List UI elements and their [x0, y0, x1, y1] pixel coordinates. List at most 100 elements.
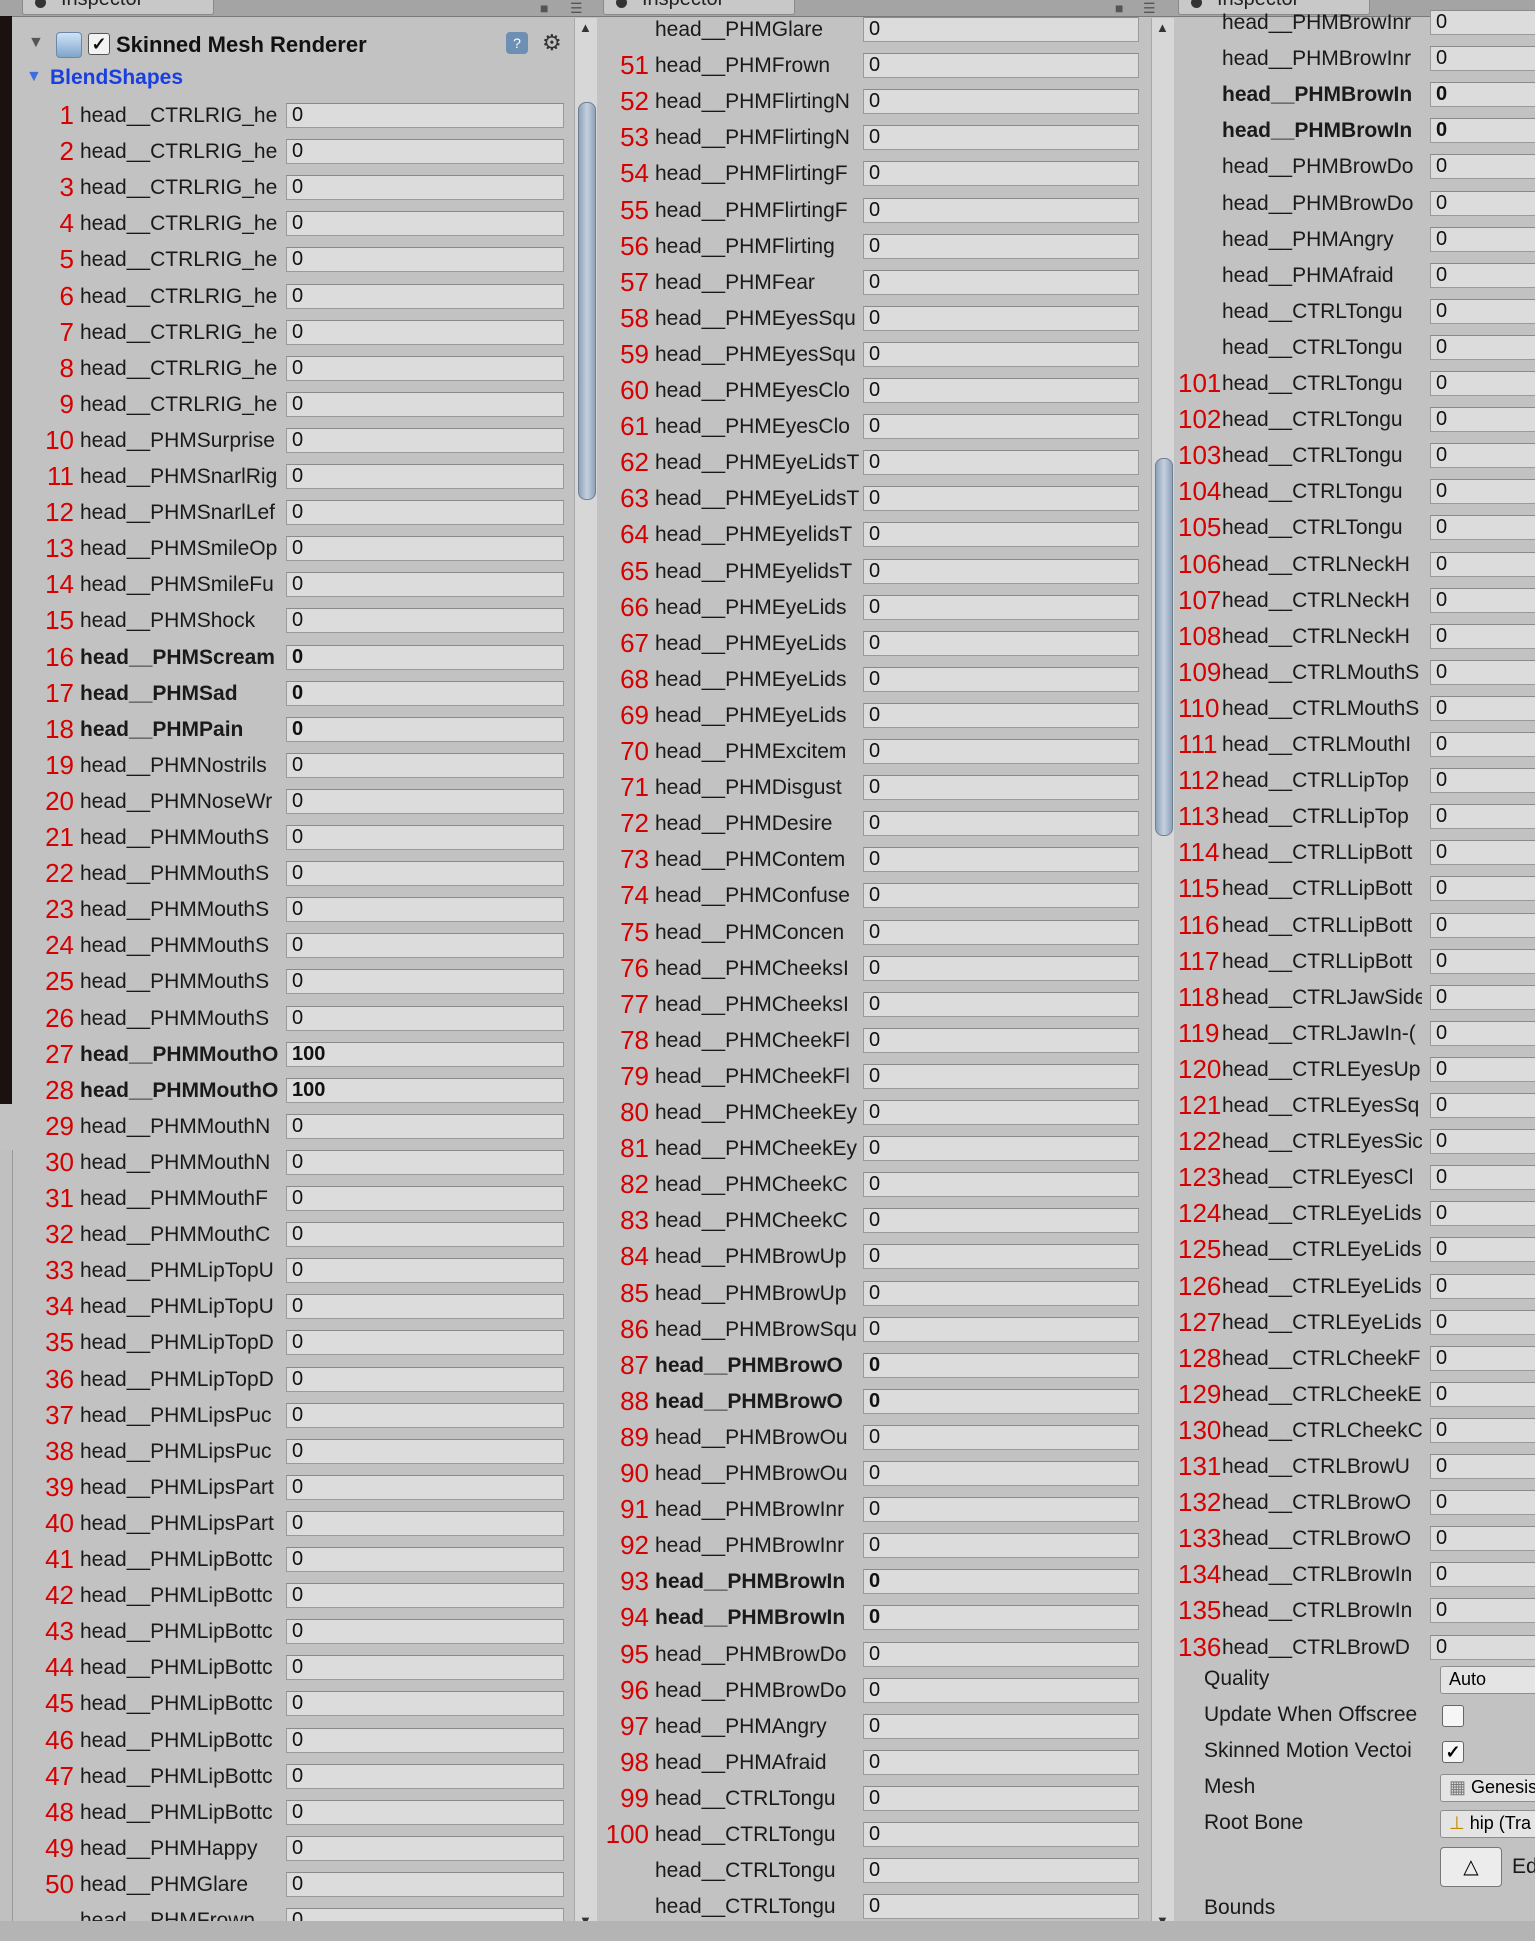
blendshape-label[interactable]: head__CTRLMouthS	[1222, 697, 1422, 721]
blendshape-weight-field[interactable]: 0	[286, 247, 564, 273]
blendshape-label[interactable]: head__PHMBrowInr	[1222, 11, 1422, 35]
blendshape-label[interactable]: head__PHMSmileFu	[80, 573, 286, 597]
blendshape-weight-field[interactable]: 0	[1430, 262, 1535, 288]
blendshape-label[interactable]: head__PHMAngry	[655, 1715, 863, 1739]
blendshape-weight-field[interactable]: 0	[286, 1799, 564, 1825]
blendshape-weight-field[interactable]: 0	[1430, 10, 1535, 35]
blendshape-label[interactable]: head__CTRLCheekF	[1222, 1347, 1422, 1371]
blendshape-label[interactable]: head__PHMLipBottc	[80, 1765, 286, 1789]
blendshape-label[interactable]: head__CTRLBrowIn	[1222, 1599, 1422, 1623]
blendshape-weight-field[interactable]: 0	[1430, 226, 1535, 252]
blendshape-label[interactable]: head__CTRLRIG_he	[80, 248, 286, 272]
blendshape-weight-field[interactable]: 0	[863, 1136, 1139, 1162]
blendshape-label[interactable]: head__PHMShock	[80, 609, 286, 633]
blendshape-weight-field[interactable]: 0	[1430, 298, 1535, 324]
edit-bounds-button[interactable]: △	[1440, 1847, 1502, 1887]
blendshape-weight-field[interactable]: 0	[286, 608, 564, 634]
blendshape-weight-field[interactable]: 0	[863, 919, 1139, 945]
blendshape-label[interactable]: head__CTRLTongu	[655, 1859, 863, 1883]
blendshape-label[interactable]: head__PHMEyesSqu	[655, 307, 863, 331]
blendshape-label[interactable]: head__PHMFlirtingF	[655, 162, 863, 186]
blendshape-label[interactable]: head__PHMCheekC	[655, 1209, 863, 1233]
blendshape-label[interactable]: head__PHMBrowInr	[1222, 47, 1422, 71]
blendshape-weight-field[interactable]: 0	[1430, 551, 1535, 577]
blendshape-weight-field[interactable]: 0	[1430, 1093, 1535, 1118]
blendshape-label[interactable]: head__CTRLTongu	[1222, 300, 1422, 324]
blendshape-weight-field[interactable]: 0	[863, 1785, 1139, 1811]
blendshape-weight-field[interactable]: 0	[863, 666, 1139, 692]
blendshape-label[interactable]: head__CTRLNeckH	[1222, 625, 1422, 649]
blendshape-weight-field[interactable]: 0	[863, 1461, 1139, 1486]
blendshape-weight-field[interactable]: 0	[863, 1749, 1139, 1775]
blendshape-label[interactable]: head__PHMCheeksI	[655, 957, 863, 981]
blendshape-weight-field[interactable]: 0	[286, 319, 564, 345]
blendshape-label[interactable]: head__PHMEyeLids	[655, 596, 863, 620]
blendshape-label[interactable]: head__PHMBrowDo	[655, 1643, 863, 1667]
blendshape-weight-field[interactable]: 0	[863, 1894, 1139, 1920]
blendshape-weight-field[interactable]: 0	[1430, 334, 1535, 360]
blendshape-weight-field[interactable]: 0	[1430, 912, 1535, 938]
blendshape-label[interactable]: head__PHMMouthS	[80, 934, 286, 958]
blendshape-label[interactable]: head__PHMSad	[80, 682, 286, 706]
blendshape-label[interactable]: head__PHMFear	[655, 271, 863, 295]
blendshape-weight-field[interactable]: 0	[863, 1713, 1139, 1739]
blendshape-label[interactable]: head__PHMEyeLids	[655, 632, 863, 656]
blendshape-weight-field[interactable]: 0	[286, 103, 564, 128]
blendshape-weight-field[interactable]: 0	[863, 1316, 1139, 1342]
blendshape-weight-field[interactable]: 0	[1430, 118, 1535, 144]
blendshape-label[interactable]: head__CTRLBrowO	[1222, 1527, 1422, 1551]
blendshape-label[interactable]: head__CTRLEyesSq	[1222, 1094, 1422, 1118]
blendshape-weight-field[interactable]: 0	[863, 702, 1139, 728]
blendshape-weight-field[interactable]: 0	[1430, 1417, 1535, 1443]
blendshape-label[interactable]: head__CTRLEyeLids	[1222, 1202, 1422, 1226]
blendshape-weight-field[interactable]: 0	[1430, 1165, 1535, 1191]
blendshape-weight-field[interactable]: 0	[863, 1244, 1139, 1270]
blendshape-label[interactable]: head__CTRLNeckH	[1222, 589, 1422, 613]
blendshape-weight-field[interactable]: 0	[286, 1835, 564, 1861]
lock-icon[interactable]: ■	[540, 0, 548, 16]
blendshape-label[interactable]: head__PHMScream	[80, 646, 286, 670]
blendshape-label[interactable]: head__PHMBrowIn	[655, 1570, 863, 1594]
tab-inspector[interactable]: Inspector	[603, 0, 795, 15]
blendshape-weight-field[interactable]: 0	[863, 1027, 1139, 1053]
blendshape-label[interactable]: head__PHMLipBottc	[80, 1692, 286, 1716]
blendshape-weight-field[interactable]: 0	[286, 211, 564, 237]
blendshape-weight-field[interactable]: 0	[863, 883, 1139, 909]
blendshape-weight-field[interactable]: 0	[863, 522, 1139, 548]
blendshape-label[interactable]: head__CTRLJawSide	[1222, 986, 1422, 1010]
blendshape-weight-field[interactable]: 0	[863, 558, 1139, 584]
blendshape-weight-field[interactable]: 0	[286, 1727, 564, 1753]
blendshape-weight-field[interactable]: 0	[1430, 1056, 1535, 1082]
blendshape-weight-field[interactable]: 0	[1430, 1381, 1535, 1407]
blendshape-weight-field[interactable]: 0	[863, 811, 1139, 837]
blendshape-weight-field[interactable]: 0	[863, 341, 1139, 367]
blendshape-label[interactable]: head__CTRLLipBott	[1222, 877, 1422, 901]
blendshape-weight-field[interactable]: 0	[863, 739, 1139, 764]
blendshape-label[interactable]: head__CTRLEyeLids	[1222, 1311, 1422, 1335]
gear-icon[interactable]: ⚙	[542, 30, 562, 56]
blendshape-label[interactable]: head__PHMLipsPuc	[80, 1404, 286, 1428]
blendshape-weight-field[interactable]: 0	[1430, 840, 1535, 866]
blendshape-label[interactable]: head__CTRLTongu	[1222, 444, 1422, 468]
component-enabled-checkbox[interactable]: ✓	[88, 33, 110, 55]
blendshape-weight-field[interactable]: 0	[286, 897, 564, 923]
blendshape-label[interactable]: head__PHMNoseWr	[80, 790, 286, 814]
blendshape-label[interactable]: head__PHMMouthO	[80, 1043, 286, 1067]
blendshape-weight-field[interactable]: 0	[863, 233, 1139, 259]
foldout-arrow-icon[interactable]: ▼	[28, 34, 44, 52]
blendshape-weight-field[interactable]: 0	[1430, 1345, 1535, 1371]
blendshape-label[interactable]: head__PHMBrowDo	[655, 1679, 863, 1703]
blendshape-label[interactable]: head__PHMDisgust	[655, 776, 863, 800]
blendshape-weight-field[interactable]: 0	[863, 450, 1139, 476]
blendshape-label[interactable]: head__PHMLipBottc	[80, 1584, 286, 1608]
blendshape-weight-field[interactable]: 0	[1430, 1562, 1535, 1588]
blendshape-label[interactable]: head__CTRLLipTop	[1222, 769, 1422, 793]
blendshape-label[interactable]: head__PHMMouthC	[80, 1223, 286, 1247]
blendshape-label[interactable]: head__CTRLMouthS	[1222, 661, 1422, 685]
blendshape-weight-field[interactable]: 0	[286, 1655, 564, 1681]
blendshape-label[interactable]: head__PHMLipTopD	[80, 1368, 286, 1392]
blendshape-weight-field[interactable]: 0	[863, 1280, 1139, 1306]
blendshape-weight-field[interactable]: 0	[286, 1113, 564, 1139]
blendshape-weight-field[interactable]: 0	[286, 1222, 564, 1248]
blendshape-label[interactable]: head__PHMEyeLidsT	[655, 451, 863, 475]
